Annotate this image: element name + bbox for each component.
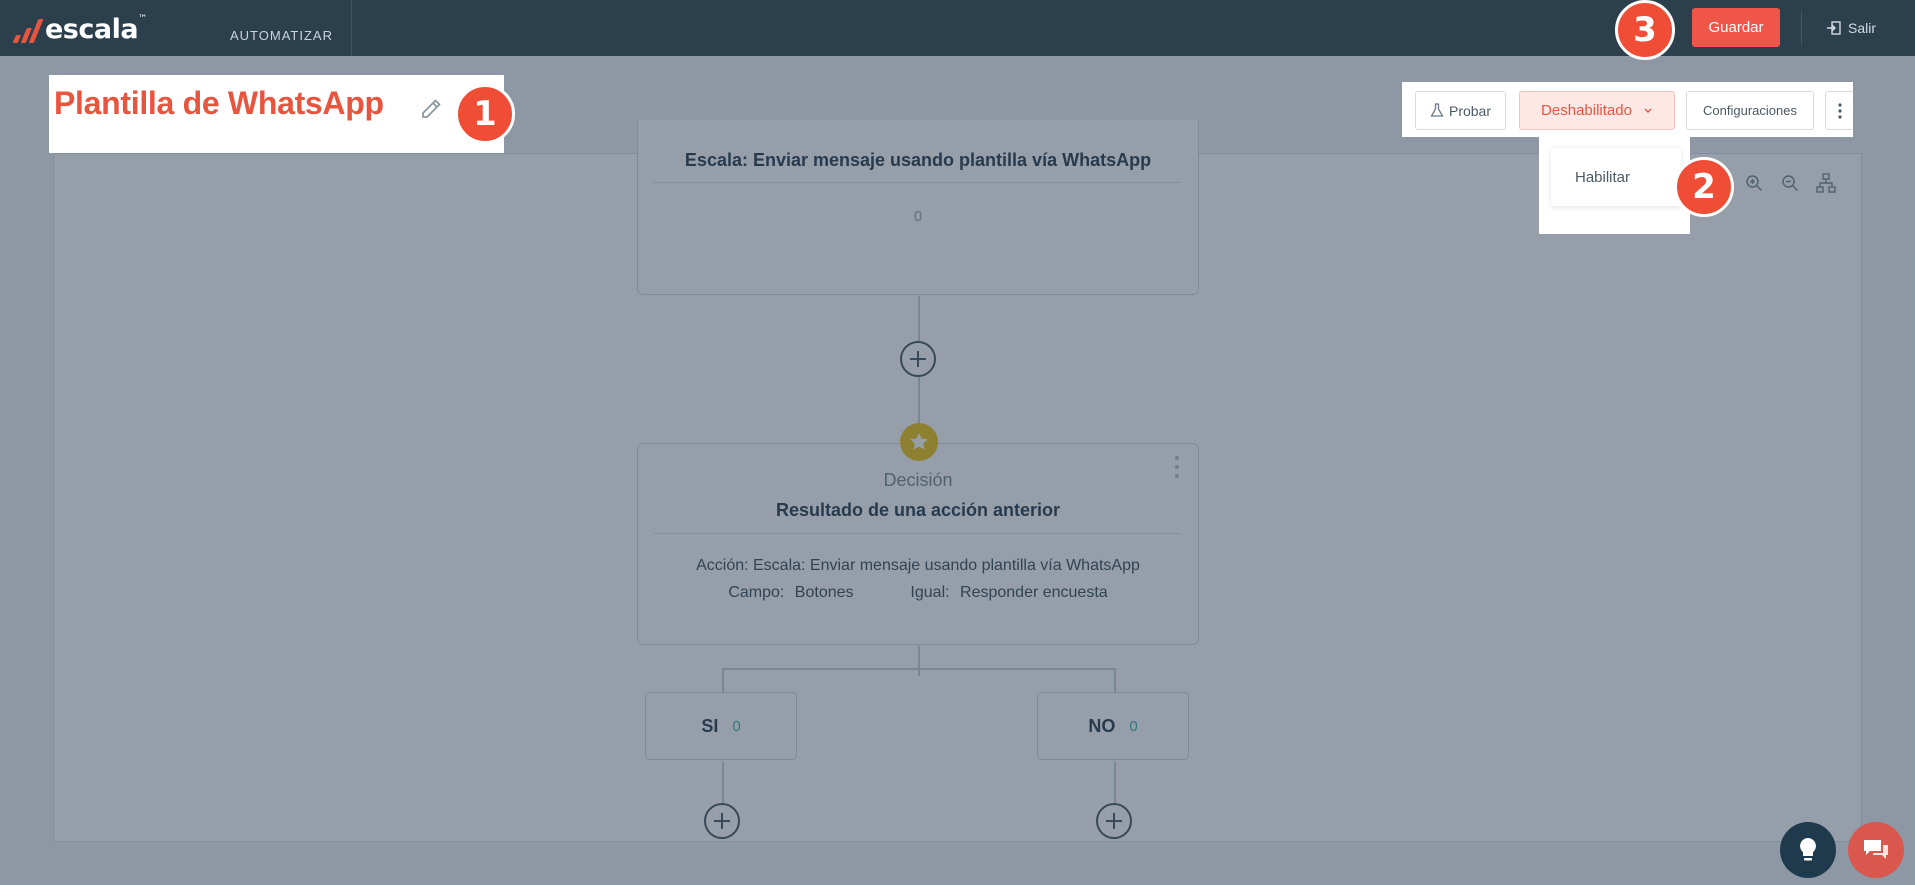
tutorial-overlay (1402, 137, 1539, 153)
pencil-icon[interactable] (417, 95, 445, 123)
step-marker-1: 1 (455, 84, 515, 144)
logo-bars-icon (12, 17, 45, 43)
tutorial-overlay (504, 75, 1402, 153)
status-label: Deshabilitado (1541, 102, 1632, 119)
title-highlight: Plantilla de WhatsApp (49, 75, 504, 153)
test-label: Probar (1448, 102, 1492, 119)
actions-highlight: Probar Deshabilitado Configuraciones (1402, 82, 1853, 137)
kebab-icon[interactable] (1825, 91, 1853, 130)
topbar-divider (1801, 12, 1802, 44)
flask-icon (1430, 103, 1444, 117)
tutorial-overlay (1402, 75, 1915, 82)
tutorial-overlay (0, 234, 1915, 885)
lightbulb-icon[interactable] (1780, 822, 1836, 878)
step-marker-2: 2 (1674, 157, 1734, 217)
escala-logo[interactable]: escala™ (12, 14, 147, 45)
test-button[interactable]: Probar (1415, 91, 1506, 130)
status-dropdown-button[interactable]: Deshabilitado (1519, 91, 1675, 130)
tutorial-overlay (0, 153, 1539, 234)
tutorial-overlay (0, 75, 49, 153)
logout-label: Salir (1848, 20, 1877, 36)
chat-icon[interactable] (1848, 822, 1904, 878)
chevron-down-icon (1644, 108, 1652, 113)
settings-button[interactable]: Configuraciones (1686, 91, 1814, 130)
menu-item-enable[interactable]: Habilitar (1551, 148, 1681, 206)
status-dropdown-menu: Habilitar (1539, 136, 1690, 234)
tutorial-overlay (1853, 82, 1915, 137)
tutorial-overlay (1690, 137, 1915, 153)
tutorial-overlay (0, 56, 1915, 75)
step-marker-3: 3 (1615, 0, 1675, 60)
page-title[interactable]: Plantilla de WhatsApp (54, 85, 384, 122)
sign-out-icon (1827, 21, 1841, 35)
save-button[interactable]: Guardar (1692, 8, 1780, 47)
logout-button[interactable]: Salir (1826, 17, 1876, 39)
brand-name: escala™ (45, 14, 147, 45)
nav-automatizar[interactable]: AUTOMATIZAR (212, 0, 352, 56)
